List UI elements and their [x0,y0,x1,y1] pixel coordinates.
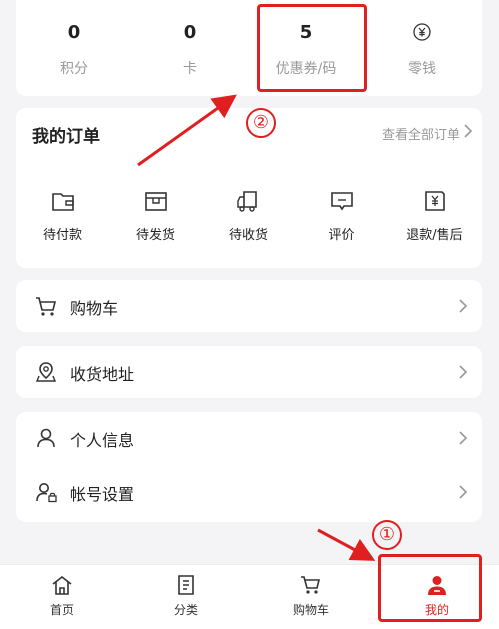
chevron-right-icon [459,299,468,313]
chevron-right-icon[interactable] [462,123,474,139]
tab-label: 首页 [49,603,74,617]
stat-points[interactable]: 0 积分 [16,0,132,96]
order-label: 退款/售后 [406,228,463,243]
tab-category[interactable]: 分类 [124,565,248,629]
stat-cards-label: 卡 [183,61,197,77]
menu-address-label: 收货地址 [70,365,135,384]
orders-title: 我的订单 [32,127,100,147]
tab-label: 购物车 [292,603,329,617]
stat-change-label: 零钱 [408,61,436,77]
menu-cart-label: 购物车 [70,299,119,318]
view-all-orders-link[interactable]: 查看全部订单 [382,124,460,143]
order-label: 评价 [328,228,355,243]
highlight-box-coupons [257,4,367,92]
refund-icon [424,191,445,211]
menu-profile[interactable]: 个人信息 [16,413,482,463]
annotation-mark-1: ① [372,520,402,550]
coin-icon [413,23,431,41]
stat-change[interactable]: 零钱 [364,0,480,96]
annotation-mark-2: ② [246,108,276,138]
category-icon [178,575,194,595]
truck-icon [236,191,257,212]
order-pending-receipt[interactable]: 待收货 [202,188,295,243]
order-pending-shipment[interactable]: 待发货 [109,188,202,243]
cart-card: 购物车 [16,280,482,332]
stat-points-value: 0 [67,22,81,43]
order-label: 待收货 [228,228,268,243]
order-review[interactable]: 评价 [295,188,388,243]
arrow-to-mine-tab [317,528,376,561]
tab-label: 分类 [173,603,198,617]
home-icon [52,575,72,595]
tab-cart[interactable]: 购物车 [249,565,373,629]
menu-cart[interactable]: 购物车 [16,281,482,331]
stat-cards-value: 0 [183,22,197,43]
order-refund[interactable]: 退款/售后 [388,188,481,243]
order-label: 待发货 [135,228,175,243]
location-icon [35,362,57,382]
chevron-right-icon [459,431,468,445]
wallet-icon [51,193,74,211]
menu-account-settings[interactable]: 帐号设置 [16,467,482,517]
box-icon [144,192,167,211]
chevron-right-icon [459,485,468,499]
tab-home[interactable]: 首页 [0,565,124,629]
cart-icon [301,576,321,594]
info-card: 个人信息 帐号设置 [16,412,482,522]
chevron-right-icon [459,365,468,379]
address-card: 收货地址 [16,346,482,398]
highlight-box-mine-tab [378,554,482,622]
stat-cards[interactable]: 0 卡 [132,0,248,96]
order-label: 待付款 [42,228,82,243]
cart-icon [36,297,57,316]
stat-points-label: 积分 [60,61,88,77]
menu-profile-label: 个人信息 [70,431,135,450]
order-pending-payment[interactable]: 待付款 [16,188,109,243]
comment-icon [330,192,353,211]
menu-address[interactable]: 收货地址 [16,347,482,397]
user-lock-icon [36,483,57,503]
menu-account-label: 帐号设置 [70,485,135,504]
person-icon [37,428,55,448]
stats-card: 0 积分 0 卡 5 优惠券/码 零钱 [16,0,482,96]
